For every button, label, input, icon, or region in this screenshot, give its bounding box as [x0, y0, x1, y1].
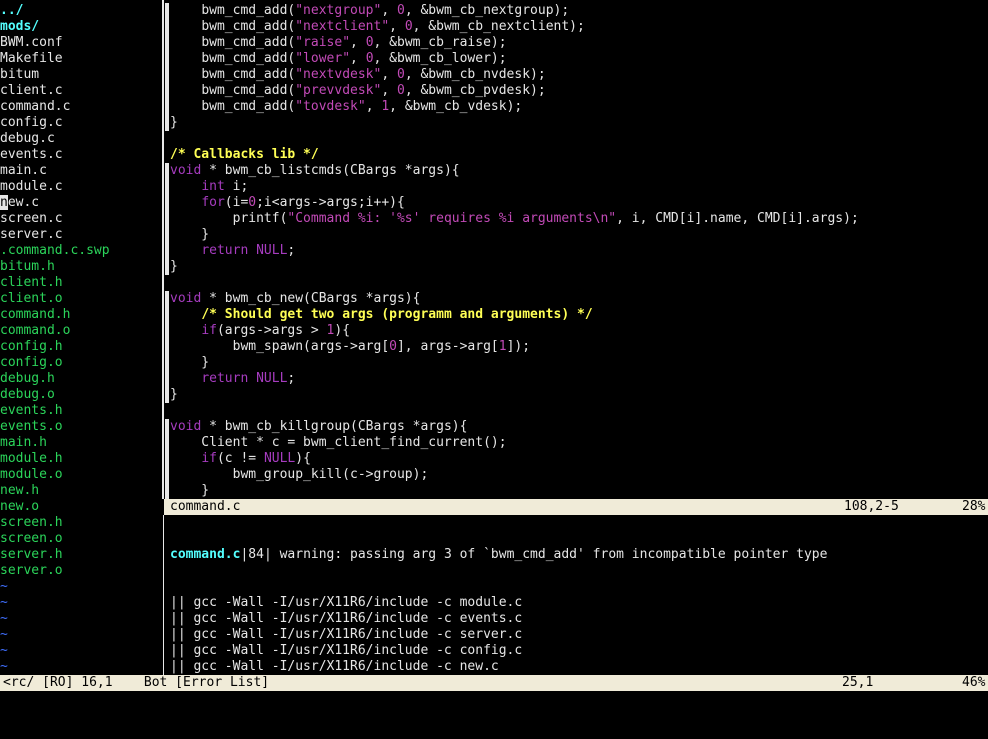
file-entry[interactable]: screen.h [0, 515, 161, 531]
file-entry[interactable]: new.c [0, 195, 161, 211]
status-scroll-percent: 46% [962, 675, 986, 690]
code-line[interactable]: void * bwm_cb_killgroup(CBargs *args){ [170, 419, 988, 435]
vertical-split-divider[interactable] [162, 0, 164, 499]
file-entry[interactable]: new.o [0, 499, 161, 515]
file-entry[interactable]: command.h [0, 307, 161, 323]
fold-column-marker [165, 419, 169, 499]
file-entry[interactable]: module.o [0, 467, 161, 483]
file-entry[interactable]: config.h [0, 339, 161, 355]
error-list-item[interactable]: || gcc -Wall -I/usr/X11R6/include -c ser… [170, 627, 988, 643]
error-list-item[interactable]: command.c|84| warning: passing arg 3 of … [170, 547, 988, 563]
empty-line-marker: ~ [0, 643, 8, 658]
empty-line-marker: ~ [0, 659, 8, 674]
code-line[interactable] [170, 275, 988, 291]
file-entry[interactable]: module.c [0, 179, 161, 195]
status-left-text: <rc/ [RO] 16,1 Bot [Error List] [3, 675, 270, 690]
status-scroll-percent: 28% [962, 499, 986, 514]
error-message: warning: passing arg 3 of `bwm_cmd_add' … [279, 547, 828, 562]
code-line[interactable]: void * bwm_cb_new(CBargs *args){ [170, 291, 988, 307]
file-entry[interactable]: debug.o [0, 387, 161, 403]
code-line[interactable]: } [170, 387, 988, 403]
file-entry[interactable]: screen.o [0, 531, 161, 547]
file-entry[interactable]: events.o [0, 419, 161, 435]
code-line[interactable] [170, 403, 988, 419]
directory-entry[interactable]: mods/ [0, 19, 161, 35]
file-entry[interactable]: debug.h [0, 371, 161, 387]
code-line[interactable]: bwm_cmd_add("lower", 0, &bwm_cb_lower); [170, 51, 988, 67]
code-line[interactable] [170, 131, 988, 147]
file-entry[interactable]: command.o [0, 323, 161, 339]
status-cursor-position: 108,2-5 [844, 499, 899, 514]
file-entry[interactable]: main.h [0, 435, 161, 451]
file-entry[interactable]: client.o [0, 291, 161, 307]
code-line[interactable]: bwm_cmd_add("nextgroup", 0, &bwm_cb_next… [170, 3, 988, 19]
file-entry[interactable]: config.o [0, 355, 161, 371]
error-line-number: 84 [248, 547, 264, 562]
empty-line-marker: ~ [0, 579, 8, 594]
editor-status-line: command.c 108,2-5 28% [164, 499, 988, 515]
file-entry[interactable]: events.h [0, 403, 161, 419]
error-list-item[interactable]: || gcc -Wall -I/usr/X11R6/include -c new… [170, 659, 988, 675]
code-line[interactable]: } [170, 483, 988, 499]
fold-column-marker [165, 291, 169, 403]
file-entry[interactable]: new.h [0, 483, 161, 499]
file-entry[interactable]: .command.c.swp [0, 243, 161, 259]
file-entry[interactable]: command.c [0, 99, 161, 115]
file-entry[interactable]: module.h [0, 451, 161, 467]
code-line[interactable]: void * bwm_cb_listcmds(CBargs *args){ [170, 163, 988, 179]
file-entry[interactable]: client.h [0, 275, 161, 291]
code-line[interactable]: bwm_cmd_add("raise", 0, &bwm_cb_raise); [170, 35, 988, 51]
code-line[interactable]: } [170, 227, 988, 243]
file-entry[interactable]: server.o [0, 563, 161, 579]
file-entry[interactable]: config.c [0, 115, 161, 131]
file-entry[interactable]: BWM.conf [0, 35, 161, 51]
file-entry[interactable]: bitum.h [0, 259, 161, 275]
code-line[interactable]: /* Should get two args (programm and arg… [170, 307, 988, 323]
status-cursor-position: 25,1 [842, 675, 874, 690]
file-entry[interactable]: debug.c [0, 131, 161, 147]
file-entry[interactable]: server.c [0, 227, 161, 243]
code-line[interactable]: } [170, 115, 988, 131]
empty-line-marker: ~ [0, 611, 8, 626]
file-entry[interactable]: bitum [0, 67, 161, 83]
error-file: command.c [170, 547, 241, 562]
code-line[interactable]: } [170, 259, 988, 275]
code-line[interactable]: return NULL; [170, 243, 988, 259]
file-entry[interactable]: events.c [0, 147, 161, 163]
code-line[interactable]: int i; [170, 179, 988, 195]
code-line[interactable]: bwm_cmd_add("nextvdesk", 0, &bwm_cb_nvde… [170, 67, 988, 83]
file-entry[interactable]: client.c [0, 83, 161, 99]
file-entry[interactable]: screen.c [0, 211, 161, 227]
file-entry[interactable]: Makefile [0, 51, 161, 67]
code-line[interactable]: } [170, 355, 988, 371]
code-line[interactable]: /* Callbacks lib */ [170, 147, 988, 163]
code-line[interactable]: printf("Command %i: '%s' requires %i arg… [170, 211, 988, 227]
file-entry[interactable]: main.c [0, 163, 161, 179]
file-entry[interactable]: server.h [0, 547, 161, 563]
error-list-status-line: <rc/ [RO] 16,1 Bot [Error List] 25,1 46% [0, 675, 988, 691]
error-list-item[interactable]: || gcc -Wall -I/usr/X11R6/include -c eve… [170, 611, 988, 627]
directory-entry[interactable]: ../ [0, 3, 161, 19]
code-editor-pane[interactable]: bwm_cmd_add("nextgroup", 0, &bwm_cb_next… [170, 3, 988, 499]
code-line[interactable]: bwm_cmd_add("nextclient", 0, &bwm_cb_nex… [170, 19, 988, 35]
code-line[interactable]: bwm_group_kill(c->group); [170, 467, 988, 483]
error-list-item[interactable]: || gcc -Wall -I/usr/X11R6/include -c con… [170, 643, 988, 659]
code-line[interactable]: bwm_cmd_add("tovdesk", 1, &bwm_cb_vdesk)… [170, 99, 988, 115]
error-list-pane[interactable]: command.c|84| warning: passing arg 3 of … [170, 515, 988, 675]
fold-column-marker [165, 163, 169, 275]
file-browser-pane[interactable]: ../mods/BWM.conf Makefile bitum client.c com… [0, 3, 161, 675]
code-line[interactable]: return NULL; [170, 371, 988, 387]
code-line[interactable]: bwm_cmd_add("prevvdesk", 0, &bwm_cb_pvde… [170, 83, 988, 99]
status-filename: command.c [170, 499, 241, 514]
error-list-item[interactable]: || gcc -Wall -I/usr/X11R6/include -c mod… [170, 595, 988, 611]
fold-column-marker [165, 3, 169, 131]
empty-line-marker: ~ [0, 627, 8, 642]
empty-line-marker: ~ [0, 595, 8, 610]
code-line[interactable]: if(args->args > 1){ [170, 323, 988, 339]
code-line[interactable]: bwm_spawn(args->arg[0], args->arg[1]); [170, 339, 988, 355]
code-line[interactable]: Client * c = bwm_client_find_current(); [170, 435, 988, 451]
code-line[interactable]: for(i=0;i<args->args;i++){ [170, 195, 988, 211]
code-line[interactable]: if(c != NULL){ [170, 451, 988, 467]
